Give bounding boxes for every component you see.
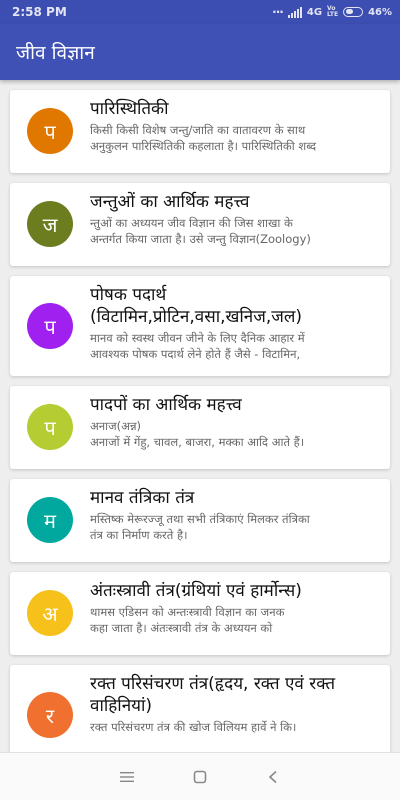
topic-title: पोषक पदार्थ (विटामिन,प्रोटिन,वसा,खनिज,जल… <box>90 285 303 327</box>
topic-card[interactable]: म मानव तंत्रिका तंत्र मस्तिष्क मेरूरज्जू… <box>10 479 390 562</box>
topic-description: अनाज(अन्न) अनाजों में गेंहु, चावल, बाजरा… <box>90 419 305 449</box>
back-button[interactable] <box>253 757 293 797</box>
home-square-icon <box>193 770 207 783</box>
topic-card[interactable]: प पादपों का आर्थिक महत्त्व अनाज(अन्न) अन… <box>10 386 390 469</box>
topic-title: अंतःस्त्रावी तंत्र(ग्रंथियां एवं हार्मोन… <box>90 581 302 601</box>
topic-text: अंतःस्त्रावी तंत्र(ग्रंथियां एवं हार्मोन… <box>90 580 385 636</box>
battery-percent: 46% <box>368 6 392 18</box>
topic-letter: म <box>44 508 56 533</box>
topic-card[interactable]: प पोषक पदार्थ (विटामिन,प्रोटिन,वसा,खनिज,… <box>10 276 390 376</box>
topic-text: जन्तुओं का आर्थिक महत्त्व न्तुओं का अध्य… <box>90 191 385 247</box>
topic-letter-avatar: म <box>27 497 73 543</box>
topic-title: पादपों का आर्थिक महत्त्व <box>90 395 242 415</box>
topic-title: मानव तंत्रिका तंत्र <box>90 488 195 508</box>
topic-letter-avatar: र <box>27 692 73 738</box>
topic-card[interactable]: अ अंतःस्त्रावी तंत्र(ग्रंथियां एवं हार्म… <box>10 572 390 655</box>
topic-text: पोषक पदार्थ (विटामिन,प्रोटिन,वसा,खनिज,जल… <box>90 284 385 362</box>
app-bar: जीव विज्ञान <box>0 24 400 80</box>
volte-bottom: LTE <box>327 11 339 18</box>
topic-text: पारिस्थितिकी किसी किसी विशेष जन्तु/जाति … <box>90 98 385 154</box>
app-title: जीव विज्ञान <box>16 42 95 64</box>
topic-description: रक्त परिसंचरण तंत्र की खोज विलियम हार्वे… <box>90 720 297 734</box>
topic-title: रक्त परिसंचरण तंत्र(हृदय, रक्त एवं रक्त … <box>90 674 336 716</box>
topic-card[interactable]: ज जन्तुओं का आर्थिक महत्त्व न्तुओं का अध… <box>10 183 390 266</box>
topic-description: मस्तिष्क मेरूरज्जू तथा सभी तंत्रिकाएं मि… <box>90 512 310 542</box>
topic-card[interactable]: र रक्त परिसंचरण तंत्र(हृदय, रक्त एवं रक्… <box>10 665 390 752</box>
topic-letter-avatar: प <box>27 108 73 154</box>
topic-letter-avatar: प <box>27 404 73 450</box>
battery-icon <box>343 7 364 17</box>
signal-dots-icon: ··· <box>272 5 284 19</box>
menu-icon <box>119 771 134 782</box>
volte-indicator: Vo LTE <box>327 6 338 18</box>
topic-text: मानव तंत्रिका तंत्र मस्तिष्क मेरूरज्जू त… <box>90 487 385 543</box>
home-button[interactable] <box>180 757 220 797</box>
back-chevron-icon <box>269 770 277 783</box>
topic-letter: ज <box>42 212 58 237</box>
topic-text: पादपों का आर्थिक महत्त्व अनाज(अन्न) अनाज… <box>90 394 385 450</box>
topic-title: पारिस्थितिकी <box>90 99 169 119</box>
topic-description: मानव को स्वस्थ जीवन जीने के लिए दैनिक आह… <box>90 331 305 361</box>
topic-text: रक्त परिसंचरण तंत्र(हृदय, रक्त एवं रक्त … <box>90 673 385 735</box>
topic-letter-avatar: प <box>27 303 73 349</box>
signal-bars-icon <box>287 6 302 18</box>
topic-letter-avatar: अ <box>27 590 73 636</box>
topic-card[interactable]: प पारिस्थितिकी किसी किसी विशेष जन्तु/जात… <box>10 90 390 173</box>
status-bar: 2:58 PM ··· 4G Vo LTE 46% <box>0 0 400 24</box>
topic-description: थामस एडिसन को अन्तःस्त्रावी विज्ञान का ज… <box>90 605 285 635</box>
topic-letter: प <box>44 314 56 339</box>
menu-button[interactable] <box>107 757 147 797</box>
network-type: 4G <box>306 6 323 18</box>
topic-letter: र <box>45 703 55 728</box>
status-time: 2:58 PM <box>12 5 67 19</box>
topic-letter: अ <box>42 601 58 626</box>
topic-letter: प <box>44 415 56 440</box>
system-nav-bar <box>0 752 400 800</box>
status-icons: ··· 4G Vo LTE 46% <box>272 5 392 19</box>
topic-letter-avatar: ज <box>27 201 73 247</box>
topic-letter: प <box>44 119 56 144</box>
topic-list[interactable]: प पारिस्थितिकी किसी किसी विशेष जन्तु/जात… <box>0 80 400 752</box>
topic-description: न्तुओं का अध्ययन जीव विज्ञान की जिस शाखा… <box>90 216 311 246</box>
topic-description: किसी किसी विशेष जन्तु/जाति का वातावरण के… <box>90 123 317 153</box>
topic-title: जन्तुओं का आर्थिक महत्त्व <box>90 192 250 212</box>
